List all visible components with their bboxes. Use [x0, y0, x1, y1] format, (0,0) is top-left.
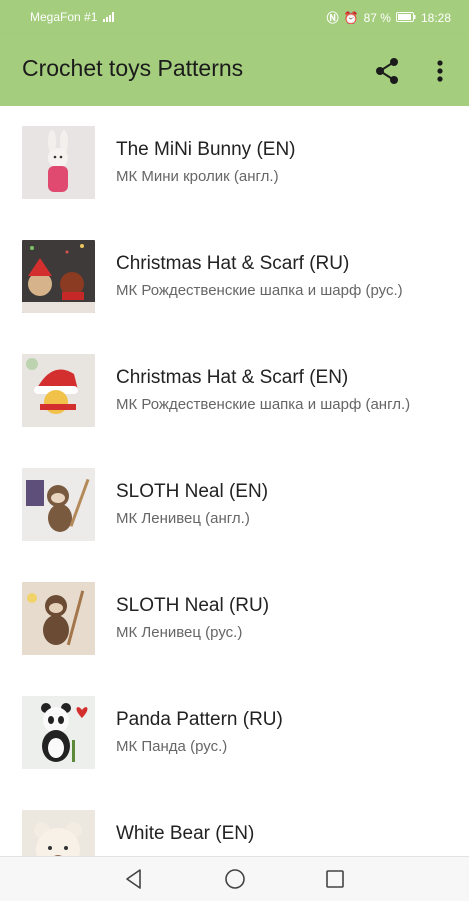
share-icon[interactable] — [372, 56, 402, 86]
item-thumbnail — [22, 582, 95, 655]
app-title: Crochet toys Patterns — [22, 55, 244, 81]
battery-percent: 87 % — [363, 10, 391, 25]
item-thumbnail — [22, 240, 95, 313]
item-subtitle: МК Мини кролик (англ.) — [116, 168, 279, 185]
item-thumbnail — [22, 696, 95, 769]
item-title: Panda Pattern (RU) — [116, 709, 283, 730]
home-circle-icon[interactable] — [222, 866, 248, 892]
status-left: MegaFon #1 — [30, 10, 115, 24]
status-right: Ⓝ ⏰ 87 % 18:28 — [327, 9, 451, 26]
item-subtitle: МК Ленивец (англ.) — [116, 510, 250, 527]
item-title: SLOTH Neal (EN) — [116, 481, 269, 502]
item-title: Christmas Hat & Scarf (RU) — [116, 253, 350, 274]
item-thumbnail — [22, 468, 95, 541]
item-subtitle: МК Панда (рус.) — [116, 738, 228, 755]
item-title: SLOTH Neal (RU) — [116, 595, 270, 616]
list-item[interactable]: White Bear (EN) — [0, 790, 469, 856]
item-thumbnail — [22, 126, 95, 199]
item-thumbnail — [22, 354, 95, 427]
item-subtitle: МК Ленивец (рус.) — [116, 624, 243, 641]
signal-icon — [103, 12, 115, 22]
list-item[interactable]: SLOTH Neal (RU) МК Ленивец (рус.) — [0, 562, 469, 676]
item-subtitle: МК Рождественские шапка и шарф (рус.) — [116, 282, 403, 299]
recents-square-icon[interactable] — [322, 866, 348, 892]
status-bar: MegaFon #1 Ⓝ ⏰ 87 % 18:28 — [0, 0, 469, 34]
clock: 18:28 — [420, 10, 451, 25]
item-title: White Bear (EN) — [116, 823, 255, 844]
nfc-icon: Ⓝ — [326, 11, 339, 25]
item-title: Christmas Hat & Scarf (EN) — [116, 367, 349, 388]
list-item[interactable]: SLOTH Neal (EN) МК Ленивец (англ.) — [0, 448, 469, 562]
app-bar: Crochet toys Patterns — [0, 34, 469, 106]
alarm-icon: ⏰ — [343, 10, 359, 25]
pattern-list: The MiNi Bunny (EN) МК Мини кролик (англ… — [0, 106, 469, 856]
item-subtitle: МК Рождественские шапка и шарф (англ.) — [116, 396, 411, 413]
back-triangle-icon[interactable] — [121, 866, 147, 892]
list-item[interactable]: Christmas Hat & Scarf (RU) МК Рождествен… — [0, 220, 469, 334]
more-vert-icon[interactable] — [430, 56, 450, 86]
system-nav-bar — [0, 856, 469, 901]
list-item[interactable]: The MiNi Bunny (EN) МК Мини кролик (англ… — [0, 106, 469, 220]
carrier-name: MegaFon #1 — [30, 10, 98, 24]
battery-icon — [395, 11, 416, 25]
list-item[interactable]: Panda Pattern (RU) МК Панда (рус.) — [0, 676, 469, 790]
list-item[interactable]: Christmas Hat & Scarf (EN) МК Рождествен… — [0, 334, 469, 448]
item-thumbnail — [22, 810, 95, 856]
item-title: The MiNi Bunny (EN) — [116, 139, 296, 160]
